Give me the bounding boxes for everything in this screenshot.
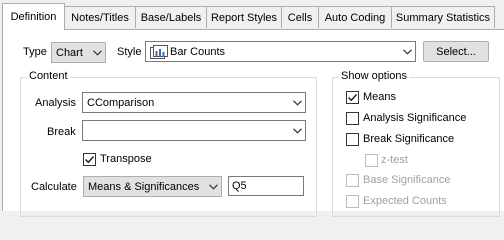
chevron-down-icon (289, 127, 305, 134)
calculate-variable-input[interactable]: Q5 (228, 176, 304, 196)
show-options-legend: Show options (339, 70, 410, 82)
tab-definition[interactable]: Definition (2, 3, 65, 30)
break-significance-label: Break Significance (363, 133, 455, 145)
calculate-label: Calculate (31, 181, 77, 193)
z-test-label: z-test (381, 154, 408, 166)
chevron-down-icon (205, 183, 221, 190)
base-significance-label: Base Significance (363, 174, 451, 186)
tab-base-labels[interactable]: Base/Labels (135, 6, 207, 28)
analysis-value: CComparison (87, 96, 155, 109)
tab-summary-statistics[interactable]: Summary Statistics (391, 6, 495, 28)
transpose-label: Transpose (100, 153, 152, 165)
chevron-down-icon (399, 48, 415, 55)
chevron-down-icon (89, 49, 105, 56)
checkmark-icon (84, 155, 95, 164)
calculate-dropdown[interactable]: Means & Significances (83, 176, 222, 197)
bar-chart-icon (150, 44, 168, 59)
type-dropdown[interactable]: Chart (51, 42, 106, 63)
style-label: Style (117, 46, 142, 58)
type-label: Type (23, 46, 47, 58)
analysis-significance-checkbox[interactable] (346, 112, 359, 125)
select-button[interactable]: Select... (423, 41, 489, 62)
expected-counts-checkbox[interactable] (346, 195, 359, 208)
style-dropdown[interactable]: Bar Counts (145, 41, 416, 62)
type-value: Chart (56, 46, 83, 59)
chevron-down-icon (289, 99, 305, 106)
tab-cells[interactable]: Cells (281, 6, 319, 28)
break-significance-checkbox[interactable] (346, 133, 359, 146)
checkmark-icon (347, 93, 358, 102)
base-significance-checkbox[interactable] (346, 174, 359, 187)
break-label: Break (47, 126, 76, 138)
tab-report-styles[interactable]: Report Styles (206, 6, 282, 28)
transpose-checkbox[interactable] (83, 153, 96, 166)
definition-panel: Type Chart Style Bar Counts Select... Co… (2, 29, 504, 217)
break-dropdown[interactable] (82, 120, 306, 141)
tab-notes-titles[interactable]: Notes/Titles (64, 6, 136, 28)
analysis-significance-label: Analysis Significance (363, 112, 467, 124)
calculate-value: Means & Significances (88, 180, 200, 193)
tab-auto-coding[interactable]: Auto Coding (318, 6, 392, 28)
analysis-label: Analysis (35, 97, 76, 109)
content-legend: Content (27, 70, 70, 82)
means-checkbox[interactable] (346, 91, 359, 104)
means-label: Means (363, 91, 397, 103)
style-value: Bar Counts (170, 45, 226, 58)
tab-strip: Definition Notes/Titles Base/Labels Repo… (0, 0, 504, 30)
z-test-checkbox[interactable] (365, 154, 378, 167)
analysis-dropdown[interactable]: CComparison (82, 92, 306, 113)
expected-counts-label: Expected Counts (363, 195, 447, 207)
